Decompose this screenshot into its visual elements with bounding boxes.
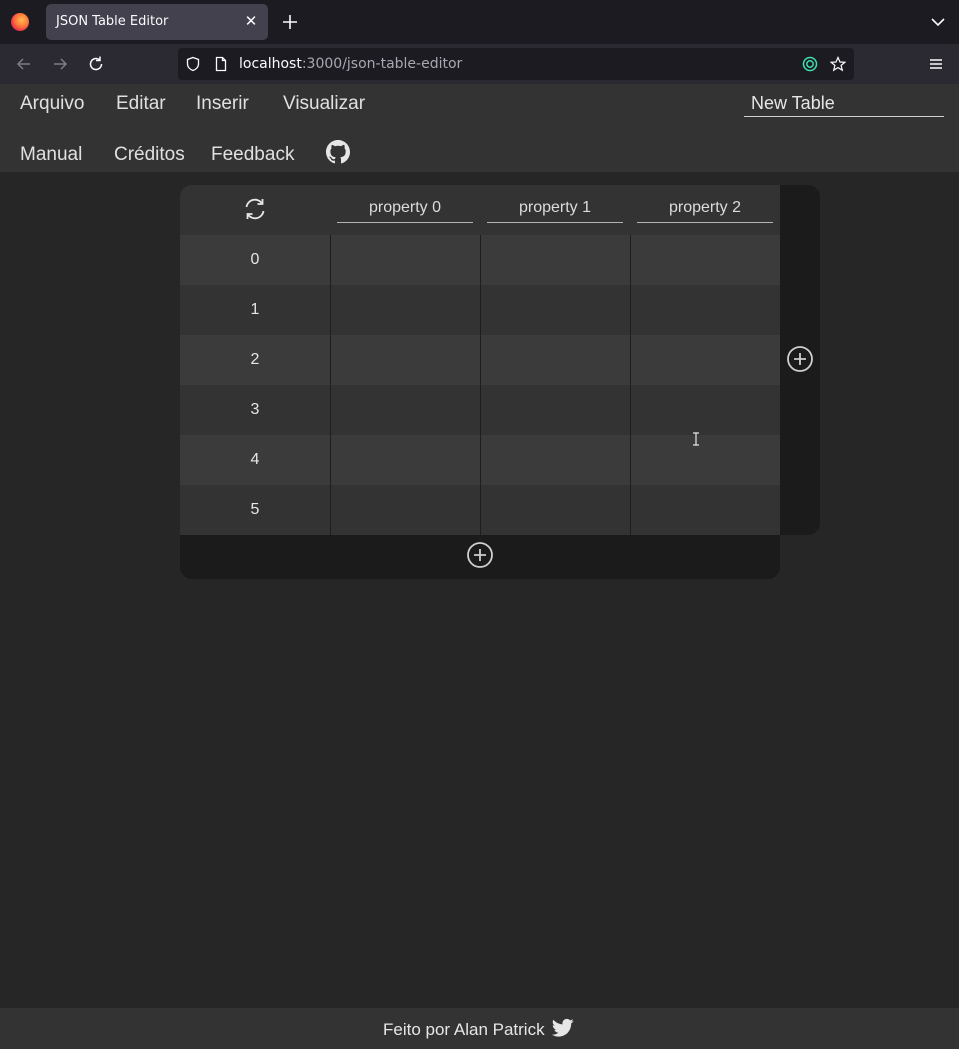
menu-creditos[interactable]: Créditos (114, 144, 185, 166)
menu-visualizar[interactable]: Visualizar (283, 93, 365, 115)
bookmark-star-icon[interactable] (830, 56, 846, 72)
table-cell[interactable] (630, 235, 780, 285)
row-index: 3 (250, 401, 260, 418)
reload-icon[interactable] (86, 54, 106, 74)
row-index: 2 (250, 351, 260, 368)
table-cell[interactable] (630, 385, 780, 435)
url-bar[interactable]: localhost:3000/json-table-editor (178, 48, 854, 80)
menu-arquivo[interactable]: Arquivo (20, 93, 84, 115)
table-row: 4 (180, 435, 780, 485)
add-row-panel (180, 535, 780, 579)
menu-feedback[interactable]: Feedback (211, 144, 294, 166)
table-cell[interactable] (630, 485, 780, 535)
table-row: 5 (180, 485, 780, 535)
back-arrow-icon[interactable] (14, 54, 34, 74)
table-cell[interactable] (330, 235, 480, 285)
footer-credit: Feito por Alan Patrick (383, 1020, 545, 1039)
table-cell[interactable] (480, 385, 630, 435)
github-icon[interactable] (326, 140, 350, 164)
refresh-icon[interactable] (242, 196, 268, 222)
column-header-2[interactable]: property 2 (637, 197, 773, 223)
table-row: 1 (180, 285, 780, 335)
row-index: 1 (250, 301, 260, 318)
browser-tab[interactable]: JSON Table Editor ✕ (46, 4, 268, 40)
twitter-icon[interactable] (552, 1018, 574, 1038)
table-cell[interactable] (480, 335, 630, 385)
tab-title: JSON Table Editor (56, 14, 169, 29)
table-cell[interactable] (330, 385, 480, 435)
browser-tab-bar: JSON Table Editor ✕ (0, 0, 959, 44)
table-cell[interactable] (330, 285, 480, 335)
table-cell[interactable] (630, 285, 780, 335)
url-text[interactable]: localhost:3000/json-table-editor (239, 56, 462, 72)
row-index: 0 (250, 251, 260, 268)
table-row: 0 (180, 235, 780, 285)
table-cell[interactable] (630, 335, 780, 385)
table-cell[interactable] (330, 435, 480, 485)
table-cell[interactable] (630, 435, 780, 485)
table-cell[interactable] (330, 335, 480, 385)
table-cell[interactable] (480, 435, 630, 485)
menu-editar[interactable]: Editar (116, 93, 166, 115)
footer: Feito por Alan Patrick (0, 1008, 959, 1049)
app-header: Arquivo Editar Inserir Visualizar New Ta… (0, 84, 959, 172)
text-cursor-icon (693, 432, 699, 446)
column-header-0[interactable]: property 0 (337, 197, 473, 223)
table-cell[interactable] (480, 285, 630, 335)
forward-arrow-icon[interactable] (50, 54, 70, 74)
data-table: property 0 property 1 property 2 0 1 2 3 (180, 185, 780, 535)
firefox-logo-icon (11, 13, 29, 31)
browser-nav-bar: localhost:3000/json-table-editor (0, 44, 959, 84)
table-header-row: property 0 property 1 property 2 (180, 185, 780, 235)
row-index: 4 (250, 451, 260, 468)
chevron-down-icon[interactable] (930, 14, 946, 30)
table-editor: property 0 property 1 property 2 0 1 2 3 (180, 185, 820, 579)
table-row: 3 (180, 385, 780, 435)
shield-icon[interactable] (185, 56, 201, 72)
close-tab-icon[interactable]: ✕ (242, 12, 260, 30)
row-index: 5 (250, 501, 260, 518)
column-header-1[interactable]: property 1 (487, 197, 623, 223)
table-cell[interactable] (330, 485, 480, 535)
add-row-icon[interactable] (466, 541, 494, 569)
menu-manual[interactable]: Manual (20, 144, 82, 166)
page-icon[interactable] (213, 56, 229, 72)
table-row: 2 (180, 335, 780, 385)
hamburger-menu-icon[interactable] (926, 54, 946, 74)
menu-inserir[interactable]: Inserir (196, 93, 249, 115)
add-column-icon[interactable] (786, 345, 814, 373)
table-name-input[interactable]: New Table (744, 92, 944, 117)
table-cell[interactable] (480, 235, 630, 285)
extension-icon[interactable] (802, 56, 818, 72)
new-tab-icon[interactable] (280, 12, 300, 32)
table-cell[interactable] (480, 485, 630, 535)
